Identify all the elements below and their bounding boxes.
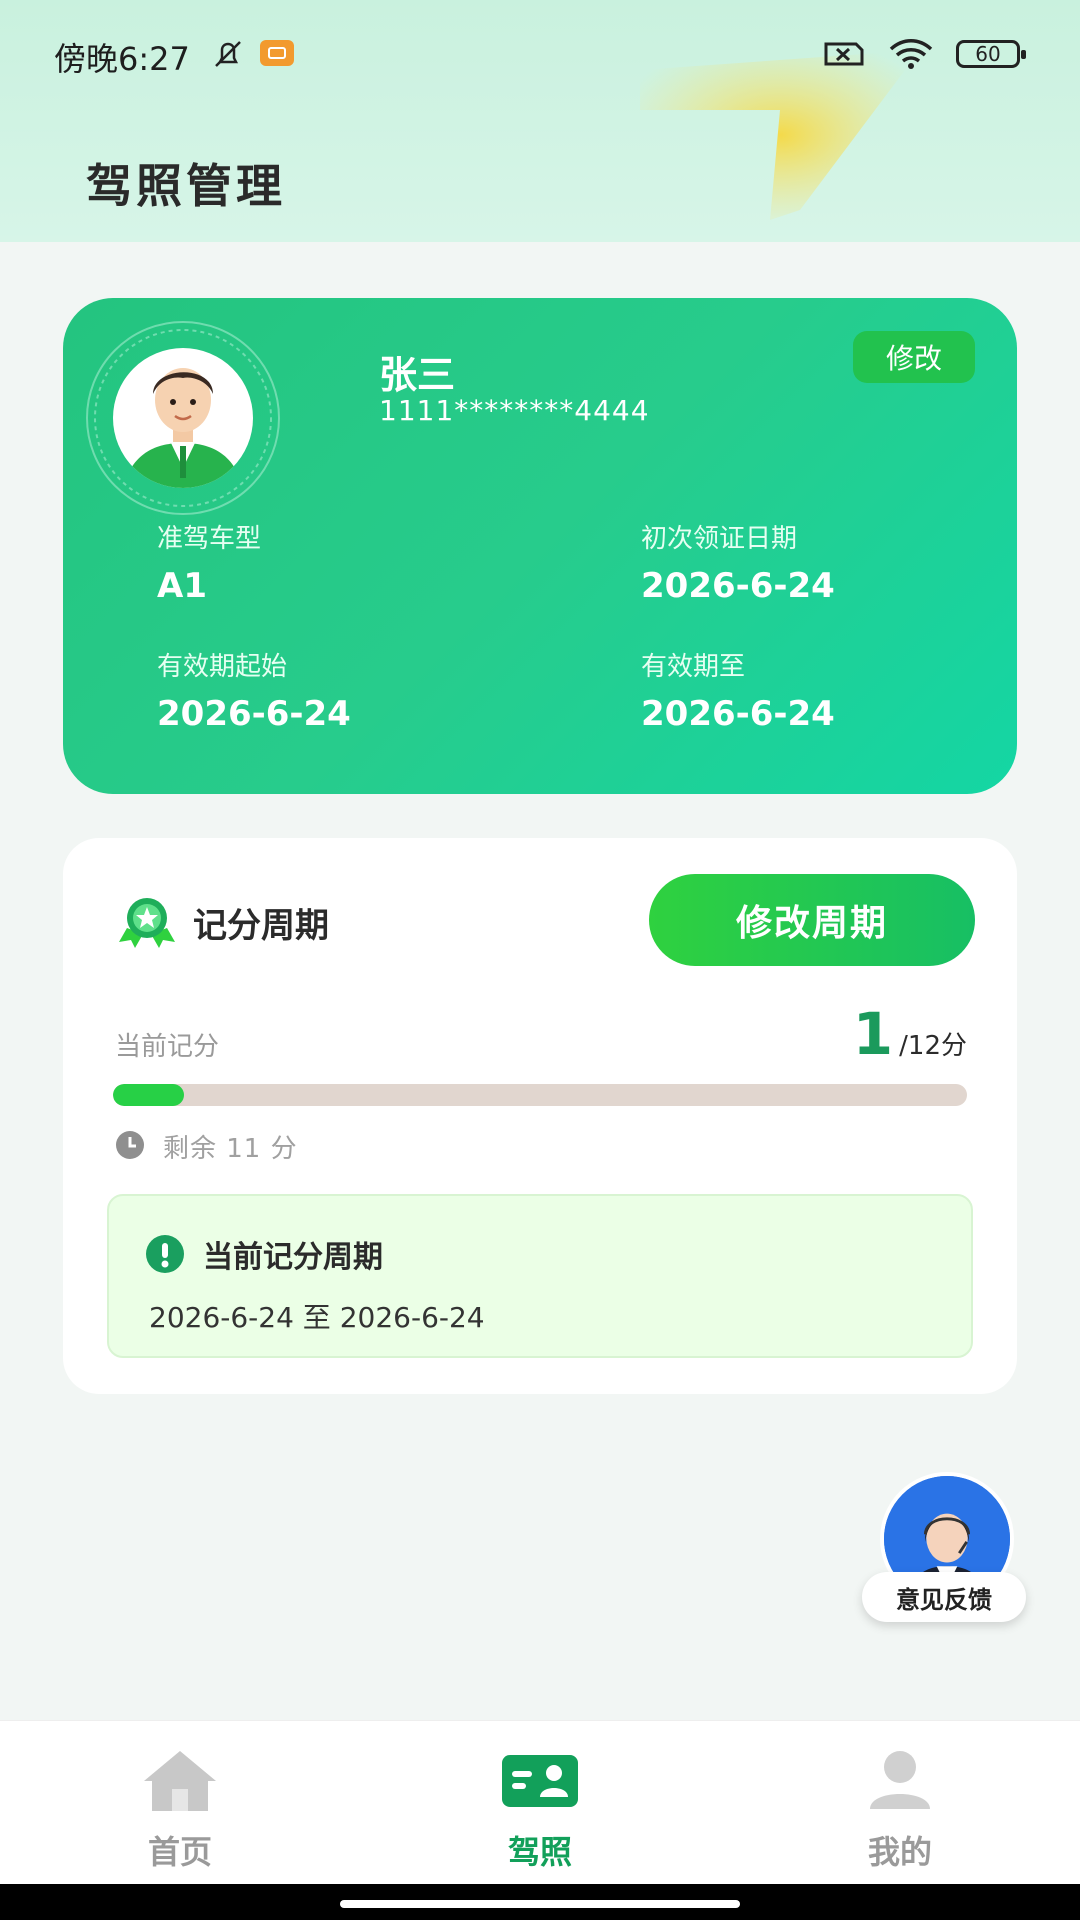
wifi-icon — [889, 39, 933, 69]
current-score: 1 — [852, 1000, 894, 1068]
score-progress-bar — [113, 1084, 967, 1106]
avatar — [86, 321, 280, 515]
nav-item-license[interactable]: 驾照 — [440, 1721, 640, 1885]
valid-to-value: 2026-6-24 — [641, 694, 835, 734]
nav-label-profile: 我的 — [867, 1833, 932, 1871]
modify-period-button[interactable]: 修改周期 — [649, 874, 975, 966]
nav-item-profile[interactable]: 我的 — [800, 1721, 1000, 1885]
medal-icon — [119, 898, 175, 948]
battery-icon: 60 — [956, 40, 1026, 68]
current-score-label: 当前记分 — [115, 1032, 220, 1062]
status-time: 傍晚6:27 — [54, 40, 190, 78]
sim-off-icon — [824, 42, 864, 66]
first-issue-label: 初次领证日期 — [641, 524, 798, 554]
app-notification-icon — [260, 40, 294, 66]
vehicle-type-label: 准驾车型 — [157, 524, 262, 554]
home-icon — [144, 1751, 216, 1811]
gesture-bar — [0, 1884, 1080, 1920]
status-bar: 傍晚6:27 60 — [0, 0, 1080, 110]
period-range: 2026-6-24 至 2026-6-24 — [149, 1301, 485, 1334]
header: 傍晚6:27 60 驾照管理 — [0, 0, 1080, 242]
bell-muted-icon — [215, 41, 241, 67]
page-title: 驾照管理 — [86, 159, 286, 213]
home-indicator[interactable] — [340, 1900, 740, 1908]
valid-to-label: 有效期至 — [641, 652, 746, 682]
clock-icon — [116, 1131, 144, 1159]
nav-label-license: 驾照 — [507, 1833, 572, 1871]
status-right: 60 — [822, 38, 1026, 70]
license-icon — [502, 1755, 578, 1807]
valid-from-value: 2026-6-24 — [157, 694, 351, 734]
score-value: 1 /12分 — [853, 1000, 967, 1068]
score-progress-fill — [113, 1084, 184, 1106]
license-number: 1111********4444 — [379, 394, 650, 427]
current-period-box: 当前记分周期 2026-6-24 至 2026-6-24 — [107, 1194, 973, 1358]
score-title: 记分周期 — [193, 906, 329, 946]
score-total: /12分 — [899, 1031, 967, 1061]
feedback-label: 意见反馈 — [862, 1572, 1026, 1622]
first-issue-value: 2026-6-24 — [641, 566, 835, 606]
license-card: 张三 1111********4444 修改 准驾车型 A1 初次领证日期 20… — [63, 298, 1017, 794]
nav-item-home[interactable]: 首页 — [80, 1721, 280, 1885]
valid-from-label: 有效期起始 — [157, 652, 288, 682]
remaining-score: 剩余 11 分 — [163, 1134, 298, 1164]
bottom-nav: 首页 驾照 我的 — [0, 1720, 1080, 1884]
nav-label-home: 首页 — [147, 1833, 212, 1871]
feedback-button[interactable]: 意见反馈 — [862, 1472, 1032, 1632]
driver-name: 张三 — [379, 353, 456, 397]
profile-icon — [870, 1751, 930, 1809]
edit-license-button[interactable]: 修改 — [853, 331, 975, 383]
battery-level: 60 — [975, 42, 1001, 66]
alert-icon — [146, 1235, 184, 1273]
period-title: 当前记分周期 — [203, 1240, 383, 1275]
score-card: 记分周期 修改周期 当前记分 1 /12分 剩余 11 分 当前记分周期 202… — [63, 838, 1017, 1394]
vehicle-type-value: A1 — [157, 566, 207, 606]
